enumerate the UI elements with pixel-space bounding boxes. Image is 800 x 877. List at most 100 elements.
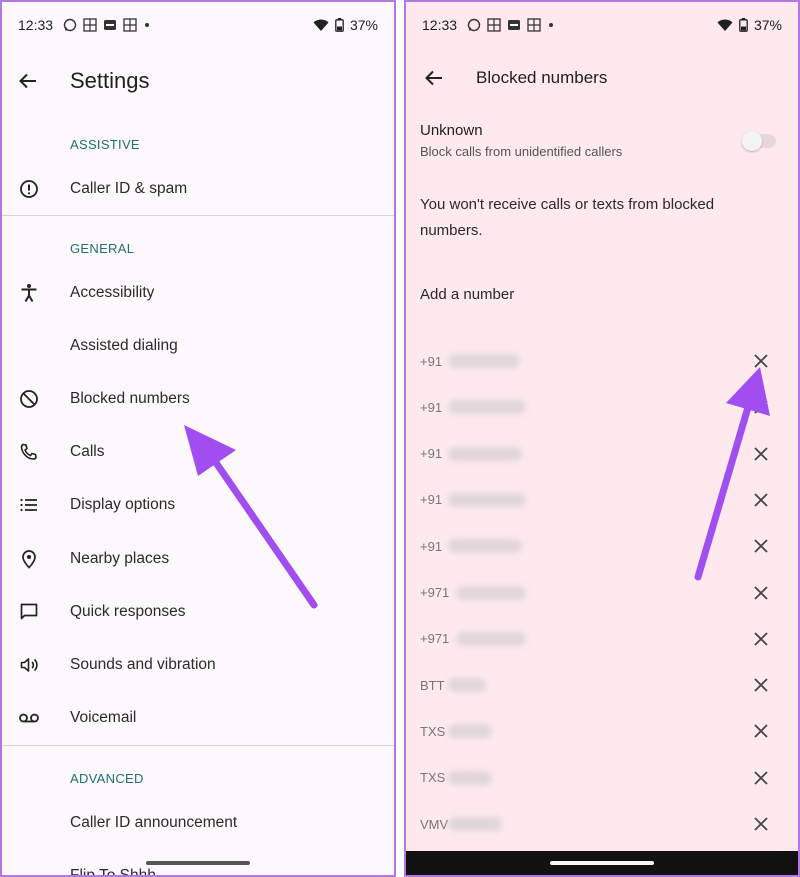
close-icon (754, 724, 768, 739)
unblock-button[interactable] (750, 628, 772, 650)
blocked-number-prefix: +971 (420, 631, 450, 647)
page-title: Blocked numbers (476, 68, 608, 87)
settings-item-label: Blocked numbers (70, 390, 190, 407)
home-indicator[interactable] (146, 861, 250, 865)
back-button[interactable] (14, 67, 42, 95)
whatsapp-icon (467, 18, 481, 32)
settings-item-caller-id-announcement[interactable]: Caller ID announcement (2, 801, 394, 845)
notification-badge-icon (508, 20, 521, 30)
battery-percent: 37% (753, 17, 782, 33)
settings-item-quick-responses[interactable]: Quick responses (2, 590, 394, 634)
unknown-callers-toggle[interactable] (742, 131, 776, 151)
divider (2, 215, 394, 216)
redacted-number (456, 585, 526, 600)
settings-item-label: Caller ID & spam (70, 180, 188, 197)
settings-item-label: Flip To Shhh (70, 867, 156, 877)
status-bar: 12:33 37% (422, 12, 782, 38)
settings-item-voicemail[interactable]: Voicemail (2, 696, 394, 740)
back-button[interactable] (420, 64, 448, 92)
blocked-number-prefix: +91 (420, 538, 443, 554)
blocked-numbers-screen: 12:33 37% Blocked numbers Unknown Block … (404, 0, 800, 877)
section-header-assistive: ASSISTIVE (70, 137, 140, 152)
home-indicator[interactable] (550, 861, 654, 865)
block-icon (16, 386, 42, 412)
blocked-number-prefix: +91 (420, 399, 443, 415)
settings-item-display-options[interactable]: Display options (2, 483, 394, 527)
status-bar: 12:33 37% (18, 12, 378, 38)
status-time: 12:33 (18, 17, 54, 33)
settings-item-label: Caller ID announcement (70, 814, 238, 831)
settings-item-blocked-numbers[interactable]: Blocked numbers (2, 377, 394, 421)
setting-title: Unknown (420, 122, 483, 139)
settings-item-assisted-dialing[interactable]: Assisted dialing (2, 324, 394, 368)
settings-item-sounds-vibration[interactable]: Sounds and vibration (2, 643, 394, 687)
battery-icon (335, 18, 344, 32)
blocked-number-prefix: BTT (420, 677, 445, 693)
blocked-number-row: TXS (406, 708, 798, 754)
redacted-number (448, 354, 520, 368)
divider (2, 745, 394, 746)
settings-item-label: Quick responses (70, 603, 186, 620)
unblock-button[interactable] (750, 767, 772, 789)
settings-item-caller-id-spam[interactable]: Caller ID & spam (2, 167, 394, 211)
blocked-number-row: +91 (406, 523, 798, 569)
close-icon (754, 539, 768, 553)
blocked-number-row: +91 (406, 384, 798, 430)
close-icon (754, 493, 768, 507)
page-title: Settings (70, 68, 150, 93)
blocked-number-prefix: TXS (420, 723, 446, 739)
redacted-number (448, 400, 526, 415)
blocked-info-text: You won't receive calls or texts from bl… (420, 196, 715, 239)
arrow-back-icon (19, 73, 36, 89)
blocked-number-prefix: +91 (420, 353, 443, 369)
whatsapp-icon (63, 18, 77, 32)
settings-item-label: Voicemail (70, 709, 137, 726)
unblock-button[interactable] (750, 813, 772, 835)
app-grid-icon (487, 18, 501, 32)
settings-item-flip-to-shhh[interactable]: Flip To Shhh (2, 854, 394, 877)
settings-item-accessibility[interactable]: Accessibility (2, 271, 394, 315)
settings-screen: 12:33 37% Settings ASSISTIVE Caller ID &… (0, 0, 396, 877)
unblock-button[interactable] (750, 720, 772, 742)
settings-item-label: Calls (70, 443, 105, 460)
settings-item-calls[interactable]: Calls (2, 430, 394, 474)
navigation-bar (406, 851, 798, 875)
blocked-number-row: BTT (406, 662, 798, 708)
blocked-number-row: +91 (406, 477, 798, 523)
blocked-number-row: +971 (406, 616, 798, 662)
redacted-number (448, 446, 522, 461)
add-number-button[interactable]: Add a number (420, 286, 514, 303)
settings-item-label: Sounds and vibration (70, 656, 216, 673)
settings-item-nearby-places[interactable]: Nearby places (2, 537, 394, 581)
unblock-button[interactable] (750, 350, 772, 372)
blocked-number-row: +971 (406, 570, 798, 616)
section-header-general: GENERAL (70, 241, 135, 256)
list-icon (16, 492, 42, 518)
phone-icon (16, 439, 42, 465)
dot-icon (145, 23, 150, 27)
close-icon (754, 446, 768, 461)
unblock-button[interactable] (750, 396, 772, 418)
volume-icon (16, 652, 42, 678)
unblock-button[interactable] (750, 674, 772, 696)
unblock-button[interactable] (750, 489, 772, 511)
blocked-number-prefix: +91 (420, 492, 443, 508)
wifi-icon (717, 19, 733, 31)
unblock-button[interactable] (750, 443, 772, 465)
close-icon (754, 354, 768, 368)
settings-item-label: Accessibility (70, 284, 155, 301)
unblock-button[interactable] (750, 535, 772, 557)
section-header-advanced: ADVANCED (70, 771, 144, 786)
redacted-number (448, 724, 492, 739)
settings-item-label: Display options (70, 496, 176, 513)
status-time: 12:33 (422, 17, 458, 33)
arrow-back-icon (425, 70, 442, 86)
blocked-number-prefix: +91 (420, 446, 443, 462)
alert-circle-icon (16, 176, 42, 202)
redacted-number (456, 631, 526, 646)
unblock-button[interactable] (750, 582, 772, 604)
wifi-icon (313, 19, 329, 31)
dot-icon (549, 23, 554, 27)
close-icon (754, 632, 768, 646)
unknown-callers-setting[interactable]: Unknown Block calls from unidentified ca… (420, 122, 784, 159)
